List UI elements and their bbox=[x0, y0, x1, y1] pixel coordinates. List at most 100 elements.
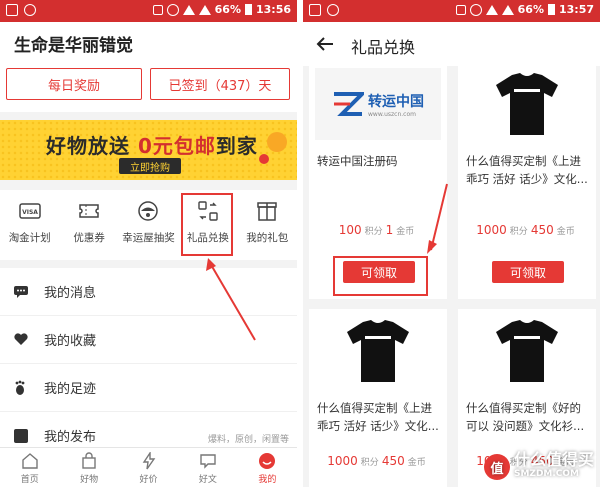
redeem-button[interactable]: 可领取 bbox=[492, 261, 564, 283]
app-notification-icon bbox=[24, 4, 36, 16]
menu-item-label: 我的发布 bbox=[44, 430, 97, 445]
battery-icon bbox=[244, 4, 252, 15]
product-image bbox=[315, 315, 441, 387]
heart-icon bbox=[14, 333, 28, 345]
shortcut-gold-plan[interactable]: VISA 淘金计划 bbox=[0, 190, 59, 260]
watermark-line1: 什么值得买 bbox=[513, 450, 594, 469]
product-image bbox=[464, 68, 590, 140]
image-notification-icon bbox=[309, 4, 321, 16]
alarm-icon bbox=[166, 3, 179, 16]
tab-label: 好文 bbox=[198, 475, 217, 485]
banner-decoration bbox=[267, 132, 287, 152]
product-title: 转运中国注册码 bbox=[317, 154, 398, 168]
visa-card-icon: VISA bbox=[18, 200, 41, 222]
tab-goods[interactable]: 好物 bbox=[59, 448, 118, 487]
tab-deals[interactable]: 好价 bbox=[119, 448, 178, 487]
tshirt-icon bbox=[347, 320, 409, 382]
gift-card[interactable]: 什么值得买定制《上进乖巧 活好 话少》文化... 1000 积分 450 金币 可领取 bbox=[458, 62, 596, 299]
product-price: 1000积分450金币 bbox=[458, 223, 596, 237]
coins-unit: 金币 bbox=[556, 227, 575, 237]
menu-item-footprints[interactable]: 我的足迹 bbox=[0, 364, 297, 412]
tab-label: 首页 bbox=[20, 475, 39, 485]
menu-item-label: 我的足迹 bbox=[44, 382, 97, 397]
svg-text:VISA: VISA bbox=[22, 209, 38, 216]
product-image bbox=[464, 315, 590, 387]
watermark: 值 什么值得买 SMZDM.COM bbox=[483, 450, 594, 481]
gift-card[interactable]: 什么值得买定制《上进乖巧 活好 话少》文化... 1000 积分 450 金币 bbox=[309, 309, 447, 487]
shortcut-label: 淘金计划 bbox=[8, 232, 51, 244]
app-notification-icon bbox=[327, 4, 339, 16]
daily-section: 每日奖励 已签到（437）天 bbox=[0, 62, 297, 112]
product-title: 什么值得买定制《好的可以 没问题》文化衫... bbox=[466, 401, 585, 433]
tshirt-icon bbox=[496, 73, 558, 135]
profile-icon bbox=[259, 453, 276, 469]
gift-exchange-header: 礼品兑换 bbox=[303, 22, 600, 66]
coins-unit: 金币 bbox=[407, 458, 426, 468]
menu-item-hint: 爆料，原创，闲置等 bbox=[207, 435, 289, 445]
daily-reward-button[interactable]: 每日奖励 bbox=[6, 68, 142, 100]
banner-title-prefix: 好物放送 bbox=[46, 134, 138, 158]
image-notification-icon bbox=[6, 4, 18, 16]
publish-icon bbox=[14, 428, 28, 443]
product-image: 转运中国 www.uszcn.com bbox=[315, 68, 441, 140]
signal-icon bbox=[198, 4, 211, 15]
banner-buy-button[interactable]: 立即抢购 bbox=[119, 158, 181, 174]
tab-articles[interactable]: 好文 bbox=[178, 448, 237, 487]
checked-in-button[interactable]: 已签到（437）天 bbox=[150, 68, 290, 100]
banner-title-suffix: 到家 bbox=[215, 134, 258, 158]
profile-screen: 66% 13:56 生命是华丽错觉 每日奖励 已签到（437）天 好物放送 0元… bbox=[0, 0, 297, 487]
promo-banner[interactable]: 好物放送 0元包邮到家 立即抢购 bbox=[0, 120, 297, 180]
watermark-badge: 值 bbox=[483, 454, 510, 480]
shortcut-label: 优惠券 bbox=[73, 232, 105, 244]
shortcut-lucky-draw[interactable]: 幸运屋抽奖 bbox=[119, 190, 178, 260]
tab-label: 好物 bbox=[80, 475, 99, 485]
menu-item-label: 我的消息 bbox=[44, 286, 97, 301]
tab-profile[interactable]: 我的 bbox=[238, 448, 297, 487]
coins-value: 1 bbox=[385, 223, 394, 237]
battery-percent: 66% bbox=[214, 3, 241, 16]
points-unit: 积分 bbox=[360, 458, 379, 468]
logo-text: 转运中国 bbox=[368, 93, 424, 110]
annotation-arrow bbox=[427, 183, 448, 254]
status-bar: 66% 13:56 bbox=[0, 0, 297, 22]
product-price: 1000积分450金币 bbox=[309, 454, 447, 468]
logo-url: www.uszcn.com bbox=[368, 110, 416, 118]
tab-home[interactable]: 首页 bbox=[0, 448, 59, 487]
tab-label: 我的 bbox=[258, 475, 277, 485]
points-value: 1000 bbox=[476, 223, 507, 237]
wifi-icon bbox=[485, 4, 498, 15]
tab-label: 好价 bbox=[139, 475, 158, 485]
signal-icon bbox=[501, 4, 514, 15]
points-unit: 积分 bbox=[509, 227, 528, 237]
coins-value: 450 bbox=[381, 454, 405, 468]
coins-value: 450 bbox=[530, 223, 554, 237]
shortcut-my-gifts[interactable]: 我的礼包 bbox=[238, 190, 297, 260]
points-value: 1000 bbox=[327, 454, 358, 468]
banner-decoration-dot bbox=[259, 154, 269, 164]
points-unit: 积分 bbox=[364, 227, 383, 237]
points-value: 100 bbox=[338, 223, 362, 237]
product-title: 什么值得买定制《上进乖巧 活好 话少》文化... bbox=[317, 401, 439, 433]
footprint-icon bbox=[15, 380, 25, 395]
bottom-tab-bar: 首页 好物 好价 好文 我的 bbox=[0, 447, 297, 487]
menu-item-label: 我的收藏 bbox=[44, 334, 97, 349]
home-icon bbox=[22, 453, 38, 469]
annotation-highlight-box bbox=[181, 193, 233, 256]
logo-z-icon bbox=[334, 92, 364, 116]
alarm-icon bbox=[469, 3, 482, 16]
product-title: 什么值得买定制《上进乖巧 活好 话少》文化... bbox=[466, 154, 588, 186]
chat-icon bbox=[200, 454, 216, 469]
wifi-icon bbox=[182, 4, 195, 15]
shortcut-coupons[interactable]: 优惠券 bbox=[59, 190, 118, 260]
annotation-arrow bbox=[206, 258, 256, 341]
status-time: 13:57 bbox=[558, 3, 594, 16]
banner-title-highlight: 0元包邮 bbox=[137, 134, 216, 158]
lucky-house-icon bbox=[137, 200, 159, 222]
vibrate-icon bbox=[152, 4, 163, 15]
message-icon bbox=[14, 285, 28, 298]
battery-percent: 66% bbox=[517, 3, 544, 16]
gift-box-icon bbox=[256, 200, 278, 222]
gift-exchange-screen: 66% 13:57 礼品兑换 转运中国 www.uszcn.com 转运中国注册… bbox=[303, 0, 600, 487]
back-arrow-icon[interactable] bbox=[315, 34, 335, 54]
battery-icon bbox=[547, 4, 555, 15]
